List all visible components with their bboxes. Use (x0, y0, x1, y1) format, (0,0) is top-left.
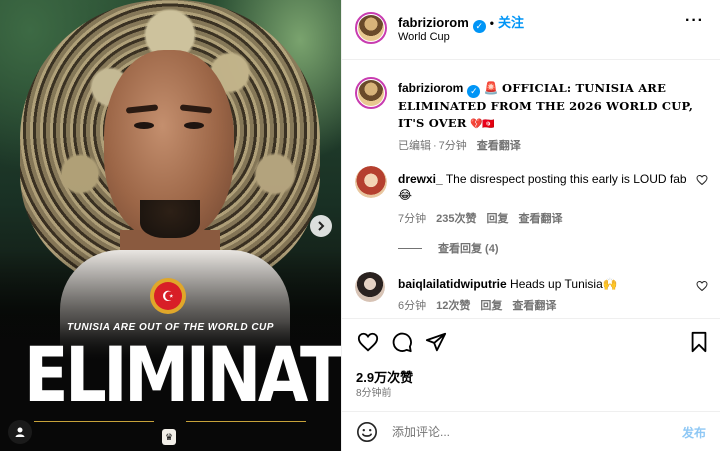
reply-button[interactable]: 回复 (480, 300, 502, 312)
comment-likes[interactable]: 12次赞 (436, 300, 470, 312)
author-username[interactable]: fabriziorom (398, 15, 469, 30)
emoji-smiley-icon[interactable] (356, 421, 378, 443)
post-comment-button[interactable]: 发布 (682, 424, 706, 441)
post-time: 8分钟前 (356, 388, 392, 399)
image-headline: ELIMINATED (23, 330, 341, 419)
replies-line (398, 247, 422, 249)
verified-badge-icon: ✓ (467, 85, 481, 98)
gold-divider-right (186, 421, 306, 422)
reply-button[interactable]: 回复 (486, 213, 508, 225)
more-options-icon[interactable]: ··· (685, 12, 704, 30)
comment-input[interactable] (392, 425, 642, 439)
world-cup-logo-icon: ♛ (162, 429, 176, 445)
caption-username[interactable]: fabriziorom (398, 81, 463, 95)
chevron-right-icon[interactable] (310, 215, 332, 237)
commenter-avatar[interactable] (355, 272, 385, 302)
author-avatar[interactable] (355, 12, 387, 44)
header-divider (342, 59, 720, 60)
bookmark-icon[interactable] (687, 330, 711, 354)
comment-bubble-icon[interactable] (390, 330, 414, 354)
comment-username[interactable]: drewxi_ (398, 172, 443, 186)
siren-emoji: 🚨 (483, 81, 499, 95)
separator-dot: • (489, 16, 494, 30)
player-right-eye (184, 122, 204, 129)
like-heart-icon[interactable] (356, 330, 380, 354)
comment-item: baiqlailatidwiputrie Heads up Tunisia🙌 6… (398, 276, 693, 314)
follow-button[interactable]: 关注 (498, 15, 524, 30)
gold-divider-left (34, 421, 154, 422)
action-bar (356, 330, 711, 354)
comment-time: 6分钟 (398, 300, 427, 312)
location-link[interactable]: World Cup (398, 31, 450, 43)
comment-like-heart-icon[interactable] (696, 174, 708, 189)
comment-likes[interactable]: 235次赞 (436, 213, 476, 225)
edited-label: 已编辑 (398, 140, 431, 152)
comment-translate-link[interactable]: 查看翻译 (518, 213, 562, 225)
comment-composer: 发布 (342, 412, 720, 451)
caption-meta: 已编辑 · 7分钟 查看翻译 (398, 140, 521, 152)
caption-translate-link[interactable]: 查看翻译 (477, 140, 521, 152)
comment-like-heart-icon[interactable] (696, 280, 708, 295)
view-replies-label[interactable]: 查看回复 (4) (438, 240, 499, 256)
comment-item: drewxi_ The disrespect posting this earl… (398, 171, 693, 227)
post-image[interactable]: ☪ TUNISIA ARE OUT OF THE WORLD CUP ELIMI… (0, 0, 341, 451)
post-header: fabriziorom ✓ • 关注 (398, 12, 524, 33)
share-paper-plane-icon[interactable] (424, 330, 448, 354)
post-panel: fabriziorom ✓ • 关注 World Cup ··· fabrizioro… (341, 0, 720, 451)
caption-avatar[interactable] (355, 77, 387, 109)
user-tag-icon[interactable] (8, 420, 32, 444)
comment-time: 7分钟 (398, 213, 427, 225)
player-left-eye (134, 122, 154, 129)
caption-trailing-emoji: 💔🇹🇳 (469, 119, 495, 130)
comment-meta: 6分钟 12次赞 回复 查看翻译 (398, 298, 693, 314)
view-replies-link[interactable]: 查看回复 (4) (398, 240, 499, 256)
commenter-avatar[interactable] (355, 166, 387, 198)
comment-translate-link[interactable]: 查看翻译 (512, 300, 556, 312)
verified-badge-icon: ✓ (472, 20, 486, 33)
actions-divider (342, 318, 720, 319)
player-beard (140, 200, 200, 238)
comment-username[interactable]: baiqlailatidwiputrie (398, 277, 507, 291)
comment-meta: 7分钟 235次赞 回复 查看翻译 (398, 211, 693, 227)
comment-text: Heads up Tunisia🙌 (510, 277, 618, 291)
caption: fabriziorom ✓ 🚨 OFFICIAL: TUNISIA ARE ELI… (398, 80, 708, 155)
caption-time: 7分钟 (438, 140, 467, 152)
tunisia-crest-icon: ☪ (150, 278, 186, 314)
